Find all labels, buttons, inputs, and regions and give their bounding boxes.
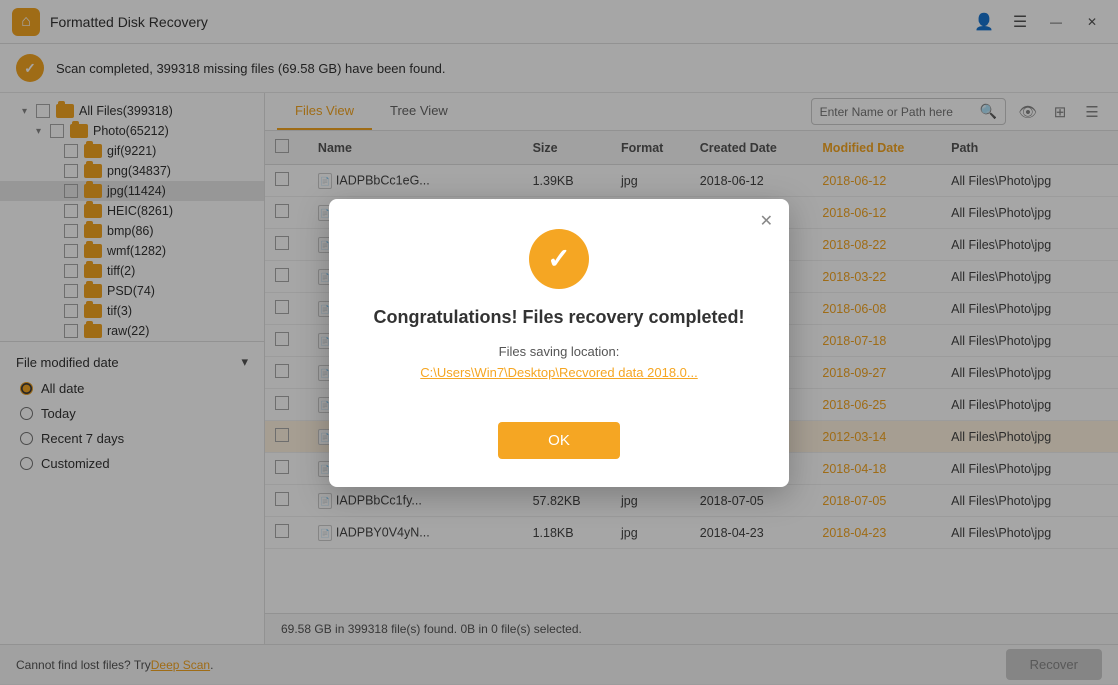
modal-overlay: ✕ Congratulations! Files recovery comple… [0,0,1118,685]
modal-title: Congratulations! Files recovery complete… [369,307,749,328]
modal-save-location-link[interactable]: C:\Users\Win7\Desktop\Recvored data 2018… [369,365,749,380]
modal-body: Files saving location: [369,344,749,359]
modal-success-icon [529,229,589,289]
recovery-complete-modal: ✕ Congratulations! Files recovery comple… [329,199,789,487]
modal-ok-button[interactable]: OK [498,422,620,459]
modal-close-button[interactable]: ✕ [760,211,773,231]
